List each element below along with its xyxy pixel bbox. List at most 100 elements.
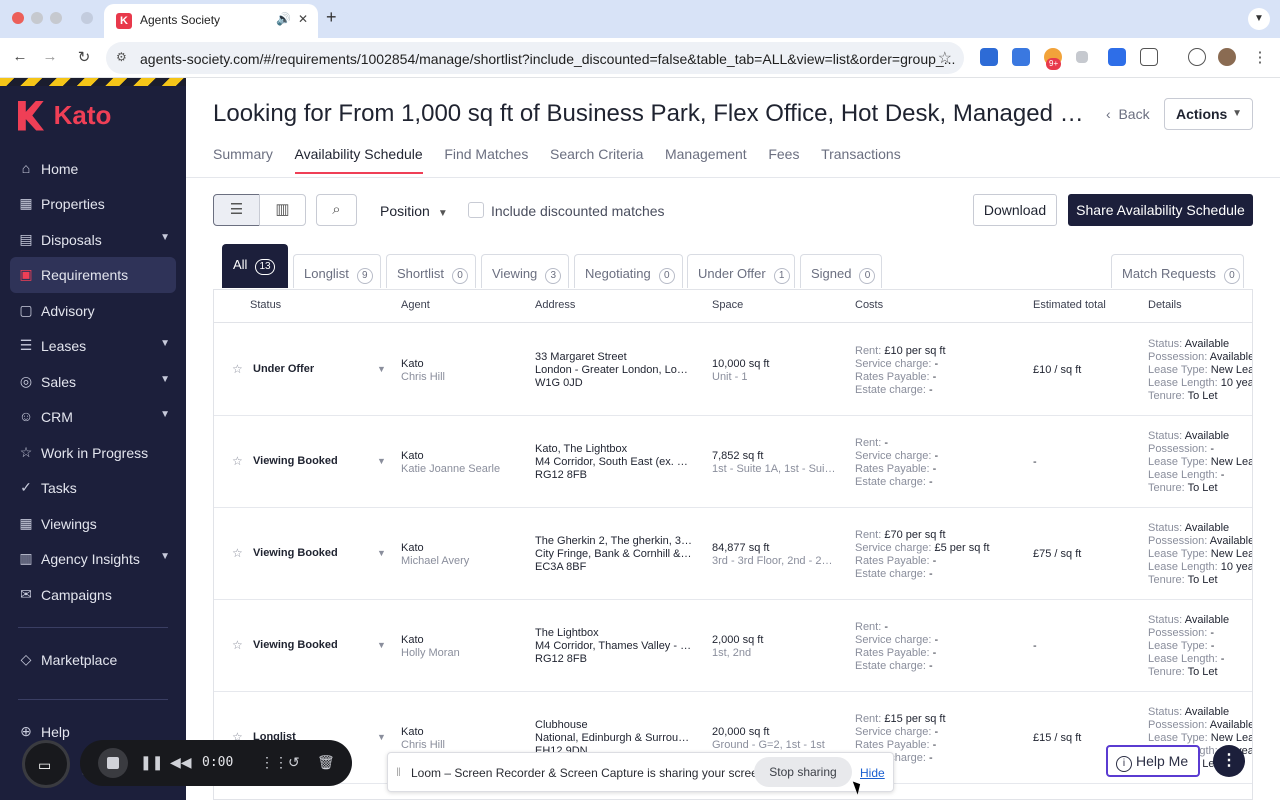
tab-find-matches[interactable]: Find Matches	[444, 146, 528, 172]
extension-icon[interactable]	[1076, 51, 1088, 63]
actions-button[interactable]: Actions ▼	[1164, 98, 1253, 130]
columns-view-button[interactable]: ▥	[259, 194, 306, 226]
speaker-icon[interactable]: 🔊	[276, 12, 291, 26]
row-address-line[interactable]: The Lightbox	[535, 627, 693, 640]
column-header-address[interactable]: Address	[535, 299, 575, 311]
row-contact[interactable]: Katie Joanne Searle	[401, 463, 521, 476]
reload-icon[interactable]: ↻	[74, 48, 94, 66]
row-address-line[interactable]: 33 Margaret Street	[535, 351, 693, 364]
column-header-details[interactable]: Details	[1148, 299, 1182, 311]
extension-icon[interactable]	[980, 48, 998, 66]
share-availability-schedule-button[interactable]: Share Availability Schedule	[1068, 194, 1253, 226]
bookmark-star-icon[interactable]: ☆	[938, 48, 952, 68]
camera-bubble[interactable]: ▭	[22, 740, 70, 788]
row-contact[interactable]: Chris Hill	[401, 739, 521, 752]
row-address-line[interactable]: The Gherkin 2, The gherkin, 30 St	[535, 535, 693, 548]
tab-transactions[interactable]: Transactions	[821, 146, 901, 172]
forward-arrow-icon[interactable]: →	[40, 48, 60, 65]
tab-close-icon[interactable]: ✕	[298, 12, 308, 26]
row-address-line[interactable]: Clubhouse	[535, 719, 693, 732]
help-me-button[interactable]: i Help Me	[1106, 745, 1200, 777]
chevron-down-icon[interactable]: ▼	[377, 456, 386, 466]
extension-icon[interactable]	[1108, 48, 1126, 66]
sidebar-item-crm[interactable]: ☺ CRM ▼	[10, 399, 176, 435]
download-button[interactable]: Download	[973, 194, 1057, 226]
column-header-estimated-total[interactable]: Estimated total	[1033, 299, 1106, 311]
site-settings-icon[interactable]: ⚙	[116, 50, 127, 64]
close-window-button[interactable]	[12, 12, 24, 24]
drag-handle-icon[interactable]: ⋮⋮	[260, 754, 288, 771]
hide-link[interactable]: Hide	[860, 766, 885, 780]
drag-handle-icon[interactable]: ‖	[396, 765, 401, 779]
table-row[interactable]: ☆ Viewing Booked ▼ Kato Michael Avery The Ghe…	[214, 508, 1252, 600]
chevron-down-icon[interactable]: ▼	[377, 364, 386, 374]
star-icon[interactable]: ☆	[232, 546, 243, 560]
sidebar-item-tasks[interactable]: ✓ Tasks	[10, 470, 176, 506]
sidebar-item-advisory[interactable]: ▢ Advisory	[10, 293, 176, 329]
tab-fees[interactable]: Fees	[768, 146, 799, 172]
maximize-window-button[interactable]	[50, 12, 62, 24]
stop-sharing-button[interactable]: Stop sharing	[754, 757, 852, 787]
sidebar-item-home[interactable]: ⌂ Home	[10, 151, 176, 187]
match-requests-tab[interactable]: Match Requests 0	[1111, 254, 1244, 288]
sidebar-item-leases[interactable]: ☰ Leases ▼	[10, 328, 176, 364]
stop-recording-button[interactable]	[98, 748, 128, 778]
restart-icon[interactable]: ↺	[288, 754, 300, 771]
sidebar-item-sales[interactable]: ◎ Sales ▼	[10, 364, 176, 400]
chevron-down-icon[interactable]: ▼	[377, 732, 386, 742]
new-tab-button[interactable]: +	[326, 7, 337, 28]
browser-menu-icon[interactable]: ⋮	[1250, 48, 1270, 66]
status-tab-longlist[interactable]: Longlist 9	[293, 254, 381, 288]
list-view-button[interactable]: ☰	[213, 194, 260, 226]
include-discounted-label[interactable]: Include discounted matches	[491, 203, 665, 219]
status-tab-shortlist[interactable]: Shortlist 0	[386, 254, 476, 288]
include-discounted-checkbox[interactable]	[468, 202, 484, 218]
sidebar-item-work-in-progress[interactable]: ☆ Work in Progress	[10, 435, 176, 471]
column-header-status[interactable]: Status	[250, 299, 281, 311]
download-extension-icon[interactable]	[1012, 48, 1030, 66]
status-tab-signed[interactable]: Signed 0	[800, 254, 882, 288]
chevron-down-icon[interactable]: ▼	[377, 548, 386, 558]
tab-availability-schedule[interactable]: Availability Schedule	[294, 146, 423, 174]
sidebar-item-properties[interactable]: ▦ Properties	[10, 186, 176, 222]
sidebar-item-campaigns[interactable]: ✉ Campaigns	[10, 577, 176, 613]
position-sort-select[interactable]: Position ▼	[380, 203, 448, 219]
row-contact[interactable]: Chris Hill	[401, 371, 521, 384]
table-row[interactable]: ☆ Under Offer ▼ Kato Chris Hill 33 Margaret S…	[214, 324, 1252, 416]
pinned-tab-icon[interactable]	[81, 12, 93, 24]
star-icon[interactable]: ☆	[232, 638, 243, 652]
rewind-icon[interactable]: ◀◀	[170, 754, 192, 771]
search-button[interactable]: ⌕	[316, 194, 357, 226]
more-options-icon[interactable]: ⋮	[1213, 745, 1245, 777]
status-tab-negotiating[interactable]: Negotiating 0	[574, 254, 683, 288]
sidebar-item-viewings[interactable]: ▦ Viewings	[10, 506, 176, 542]
trash-icon[interactable]: 🗑	[317, 754, 335, 771]
star-icon[interactable]: ☆	[232, 454, 243, 468]
kato-logo[interactable]: Kato	[18, 100, 111, 131]
sidebar-item-disposals[interactable]: ▤ Disposals ▼	[10, 222, 176, 258]
sidebar-item-marketplace[interactable]: ◇ Marketplace	[10, 642, 176, 678]
tab-search-button[interactable]: ▼	[1248, 8, 1270, 30]
status-tab-viewing[interactable]: Viewing 3	[481, 254, 569, 288]
column-header-costs[interactable]: Costs	[855, 299, 883, 311]
tab-management[interactable]: Management	[665, 146, 747, 172]
star-icon[interactable]: ☆	[232, 362, 243, 376]
address-bar[interactable]: ⚙ agents-society.com/#/requirements/1002…	[106, 42, 964, 74]
row-contact[interactable]: Michael Avery	[401, 555, 521, 568]
status-tab-all[interactable]: All 13	[222, 244, 288, 288]
profile-avatar[interactable]	[1218, 48, 1236, 66]
tab-search-criteria[interactable]: Search Criteria	[550, 146, 643, 172]
browser-tab[interactable]: K Agents Society 🔊 ✕	[104, 4, 318, 38]
extension-icon[interactable]	[1188, 48, 1206, 66]
pause-icon[interactable]: ❚❚	[140, 754, 163, 771]
column-header-space[interactable]: Space	[712, 299, 743, 311]
tab-summary[interactable]: Summary	[213, 146, 273, 172]
status-tab-under-offer[interactable]: Under Offer 1	[687, 254, 795, 288]
row-address-line[interactable]: Kato, The Lightbox	[535, 443, 693, 456]
column-header-agent[interactable]: Agent	[401, 299, 430, 311]
puzzle-icon[interactable]	[1140, 48, 1158, 66]
sidebar-item-agency-insights[interactable]: ▥ Agency Insights ▼	[10, 541, 176, 577]
chevron-down-icon[interactable]: ▼	[377, 640, 386, 650]
table-row[interactable]: ☆ Viewing Booked ▼ Kato Katie Joanne Searle K…	[214, 416, 1252, 508]
back-arrow-icon[interactable]: ←	[10, 48, 30, 65]
